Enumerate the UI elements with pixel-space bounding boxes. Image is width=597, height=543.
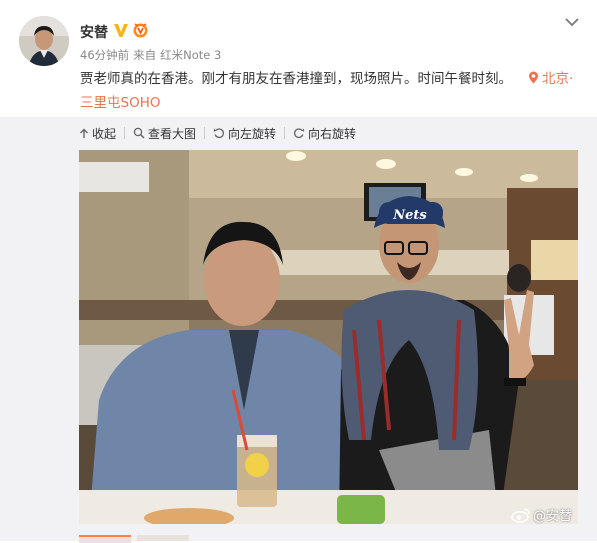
rotate-right-button[interactable]: 向右旋转 [293,125,356,142]
device-source[interactable]: 红米Note 3 [160,48,221,62]
view-large-label: 查看大图 [148,126,197,141]
weibo-logo-icon [511,507,530,523]
media-toolbar: 收起 查看大图 向左旋转 向右旋转 [79,124,356,142]
post-meta: 46分钟前 来自 红米Note 3 [80,47,225,63]
rotate-left-icon [213,128,225,139]
avatar[interactable] [19,16,69,66]
post-photo[interactable]: Nets [79,150,578,524]
magnifier-icon [133,127,145,139]
rotate-right-icon [294,128,305,139]
location-pin-icon [529,71,538,84]
restaurant-photo: Nets [79,150,578,524]
post-content: 贾老师真的在香港。刚才有朋友在香港撞到，现场照片。时间午餐时刻。 北京·三里屯SO… [80,67,580,115]
collapse-button[interactable]: 收起 [79,125,116,142]
avatar-image [19,16,69,66]
arrow-up-icon [80,128,88,138]
member-badge-icon[interactable] [132,22,149,38]
toolbar-divider [124,127,126,139]
verified-v-icon[interactable] [113,22,129,38]
thumbnail-strip [79,535,189,543]
post-text: 贾老师真的在香港。刚才有朋友在香港撞到，现场照片。时间午餐时刻。 [80,71,512,87]
thumbnail-item[interactable] [137,535,189,541]
cap-logo-text: Nets [392,208,427,223]
username[interactable]: 安替 [80,22,108,42]
rotate-left-label: 向左旋转 [228,126,277,141]
chevron-down-icon[interactable] [565,17,579,27]
collapse-label: 收起 [92,126,117,141]
source-prefix: 来自 [133,48,157,62]
rotate-right-label: 向右旋转 [308,126,357,141]
thumbnail-item[interactable] [79,535,131,543]
toolbar-divider [204,127,206,139]
post-time[interactable]: 46分钟前 [80,48,129,62]
photo-watermark: @安替 [511,505,572,524]
toolbar-divider [284,127,286,139]
view-large-button[interactable]: 查看大图 [133,125,196,142]
watermark-text: @安替 [533,509,573,524]
rotate-left-button[interactable]: 向左旋转 [213,125,276,142]
